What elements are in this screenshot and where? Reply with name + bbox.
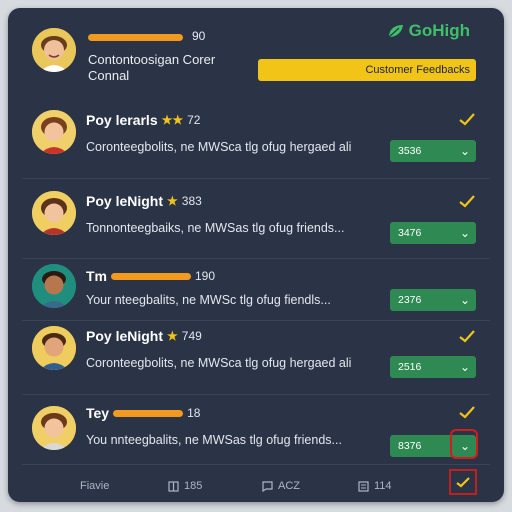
check-icon[interactable] — [458, 329, 476, 343]
star-rating: ★ — [167, 329, 178, 343]
header-progress-bar — [88, 34, 183, 41]
row-divider — [22, 178, 490, 179]
row-avatar[interactable] — [32, 326, 76, 370]
list-icon — [358, 480, 369, 492]
chat-icon — [262, 480, 273, 492]
status-dropdown[interactable]: 8376 ⌄ — [390, 429, 478, 459]
review-text: Your nteegbalits, ne MWSc tlg ofug fiend… — [86, 293, 331, 307]
header-count: 90 — [192, 29, 206, 43]
footer-label: 185 — [184, 480, 203, 492]
reviewer-name: Poy leNight — [86, 328, 164, 344]
row-name: Tey 18 — [86, 405, 200, 421]
status-dropdown[interactable]: 3536 ⌄ — [390, 140, 476, 162]
status-value: 2376 — [398, 294, 422, 306]
row-divider — [22, 320, 490, 321]
review-score: 749 — [181, 329, 202, 343]
review-score: 72 — [187, 113, 201, 127]
reviewer-name: Poy leNight — [86, 193, 164, 209]
row-name: Tm 190 — [86, 268, 215, 284]
feedback-panel: 90 Contontoosigan Corer Connal GoHigh Cu… — [8, 8, 504, 502]
status-dropdown[interactable]: 2516 ⌄ — [390, 356, 476, 378]
footer-item-home[interactable]: Fiavie — [80, 480, 109, 492]
check-icon[interactable] — [458, 405, 476, 419]
row-divider — [22, 258, 490, 259]
header-subtitle: Contontoosigan Corer Connal — [88, 52, 216, 83]
row-avatar[interactable] — [32, 264, 76, 308]
review-text: Coronteegbolits, ne MWSca tlg ofug herga… — [86, 140, 352, 154]
rating-bar — [113, 409, 184, 417]
chevron-down-icon: ⌄ — [459, 293, 470, 307]
brand-leaf-icon — [388, 25, 403, 38]
caret-highlight — [450, 429, 478, 459]
review-text: Tonnonteegbaiks, ne MWSas tlg ofug frien… — [86, 221, 345, 235]
footer-item-book[interactable]: 185 — [168, 480, 202, 492]
chevron-down-icon: ⌄ — [459, 226, 470, 240]
status-value: 2516 — [398, 361, 422, 373]
reviewer-name: Tm — [86, 268, 107, 284]
row-name: Poy leNight ★ 749 — [86, 328, 202, 344]
status-value: 8376 — [398, 440, 422, 452]
footer-label: Fiavie — [80, 480, 110, 492]
check-icon — [456, 477, 470, 488]
status-value: 3536 — [398, 145, 422, 157]
chevron-down-icon: ⌄ — [459, 144, 470, 158]
row-avatar[interactable] — [32, 110, 76, 154]
reviewer-name: Tey — [86, 405, 110, 421]
chevron-down-icon: ⌄ — [459, 360, 470, 374]
row-name: Poy leNight ★ 383 — [86, 193, 202, 209]
row-divider — [22, 464, 490, 465]
footer-label: 114 — [374, 480, 392, 492]
star-rating: ★★ — [161, 113, 184, 127]
check-icon[interactable] — [458, 112, 476, 126]
review-score: 383 — [181, 194, 202, 208]
row-avatar[interactable] — [32, 191, 76, 235]
brand-logo[interactable]: GoHigh — [387, 21, 470, 41]
footer-label: ACZ — [278, 480, 300, 492]
row-divider — [22, 394, 490, 395]
reviewer-name: Poy lerarls — [86, 112, 158, 128]
review-text: You nnteegbalits, ne MWSas tlg ofug frie… — [86, 433, 342, 447]
review-score: 18 — [187, 406, 201, 420]
rating-bar — [111, 272, 191, 280]
row-name: Poy lerarls ★★ 72 — [86, 112, 200, 128]
check-icon[interactable] — [458, 194, 476, 208]
row-avatar[interactable] — [32, 406, 76, 450]
customer-feedbacks-banner[interactable]: Customer Feedbacks — [258, 59, 476, 81]
footer-item-list[interactable]: 114 — [358, 480, 392, 492]
star-rating: ★ — [167, 194, 178, 208]
review-score: 190 — [195, 269, 216, 283]
status-dropdown[interactable]: 3476 ⌄ — [390, 222, 476, 244]
brand-name: GoHigh — [408, 21, 470, 40]
review-text: Coronteegbolits, ne MWSca tlg ofug herga… — [86, 356, 352, 370]
status-dropdown[interactable]: 2376 ⌄ — [390, 289, 476, 311]
status-value: 3476 — [398, 227, 422, 239]
footer-confirm-button[interactable] — [449, 469, 477, 495]
footer-item-chat[interactable]: ACZ — [262, 480, 300, 492]
header-avatar[interactable] — [32, 28, 76, 72]
book-icon — [168, 480, 179, 492]
